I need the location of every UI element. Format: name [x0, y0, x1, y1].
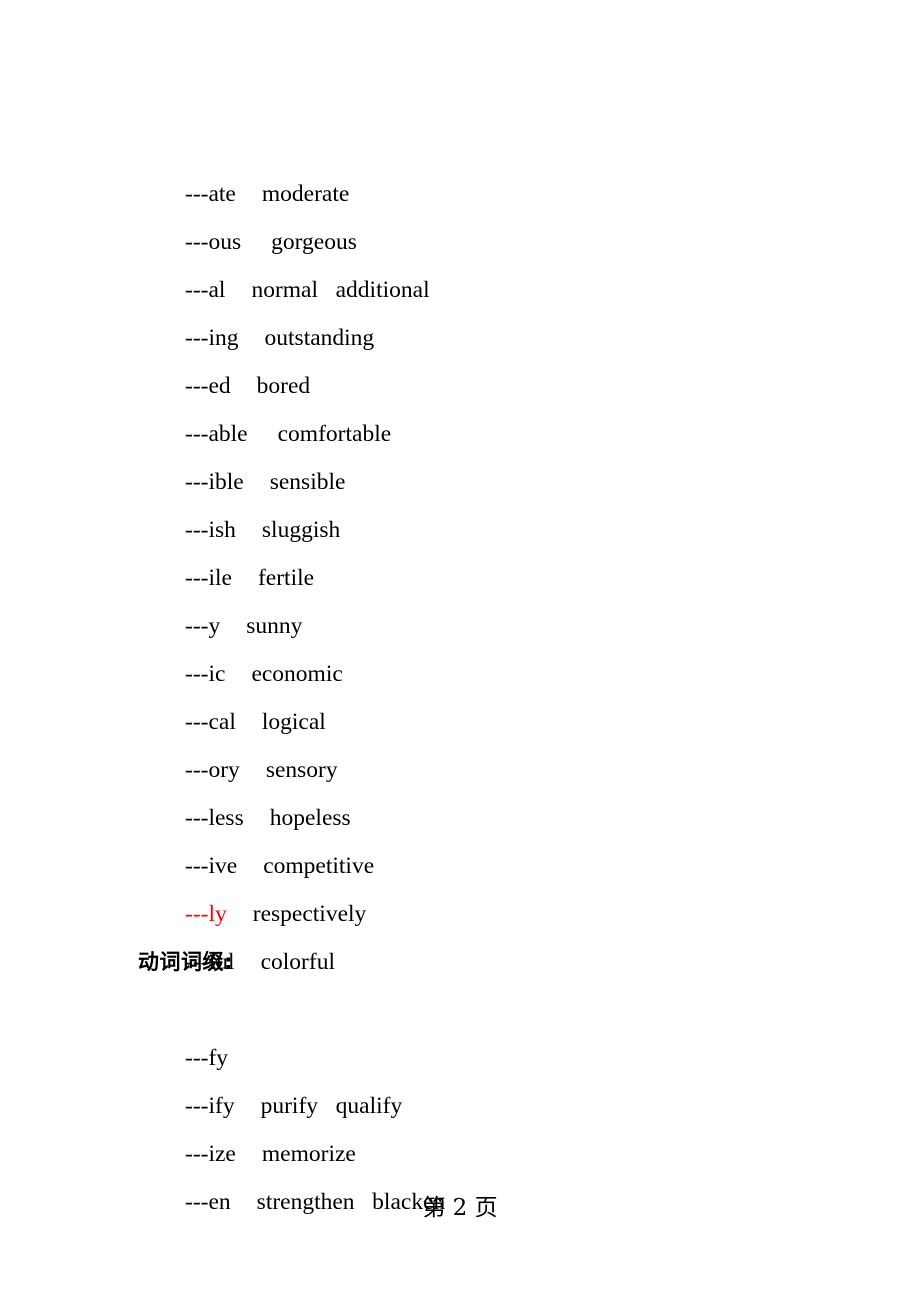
- affix-suffix: ---cal: [185, 709, 236, 735]
- affix-examples: fertile: [257, 565, 315, 591]
- affix-examples: purify qualify: [260, 1093, 403, 1119]
- document-body: ---ate moderate ---ous gorgeous ---al norma…: [138, 122, 838, 1215]
- affix-suffix: ---ish: [185, 517, 236, 543]
- affix-examples: sensible: [269, 469, 346, 495]
- affix-suffix: ---ed: [185, 373, 231, 399]
- affix-suffix: ---less: [185, 805, 244, 831]
- affix-suffix: ---able: [185, 421, 248, 447]
- affix-suffix: ---fy: [185, 1045, 229, 1071]
- affix-suffix: ---ible: [185, 469, 244, 495]
- affix-suffix: ---ing: [185, 325, 239, 351]
- affix-examples: comfortable: [277, 421, 392, 447]
- affix-suffix: ---ate: [185, 181, 236, 207]
- affix-suffix: ---al: [185, 277, 226, 303]
- affix-examples: sunny: [246, 613, 303, 639]
- document-page: ---ate moderate ---ous gorgeous ---al norma…: [0, 0, 920, 1302]
- affix-examples: normal additional: [251, 277, 430, 303]
- affix-examples: hopeless: [269, 805, 351, 831]
- affix-examples: bored: [256, 373, 311, 399]
- affix-suffix: ---ify: [185, 1093, 235, 1119]
- affix-examples: sluggish: [261, 517, 341, 543]
- affix-suffix: ---ous: [185, 229, 242, 255]
- affix-suffix: ---ic: [185, 661, 226, 687]
- affix-examples: moderate: [261, 181, 350, 207]
- page-footer: 第 2 页: [422, 1195, 498, 1221]
- affix-line: ---fy: [138, 986, 838, 1071]
- affix-examples: colorful: [260, 949, 335, 975]
- affix-suffix: ---ile: [185, 565, 232, 591]
- affix-examples: competitive: [263, 853, 375, 879]
- affix-examples: sensory: [265, 757, 338, 783]
- affix-suffix-highlighted: ---ly: [185, 901, 227, 927]
- affix-examples: logical: [261, 709, 326, 735]
- affix-suffix: ---ory: [185, 757, 240, 783]
- affix-examples: respectively: [252, 901, 367, 927]
- adjective-affix-list: ---ate moderate ---ous gorgeous ---al norma…: [138, 122, 838, 975]
- affix-line: ---ate moderate: [138, 122, 838, 207]
- affix-suffix: ---y: [185, 613, 221, 639]
- affix-examples: memorize: [261, 1141, 356, 1167]
- affix-examples: economic: [251, 661, 343, 687]
- affix-suffix: ---ive: [185, 853, 238, 879]
- affix-examples: outstanding: [264, 325, 375, 351]
- affix-examples: gorgeous: [271, 229, 357, 255]
- verb-affix-list: ---fy ---ify purify qualify ---ize memoriz…: [138, 986, 838, 1215]
- affix-suffix: ---ize: [185, 1141, 236, 1167]
